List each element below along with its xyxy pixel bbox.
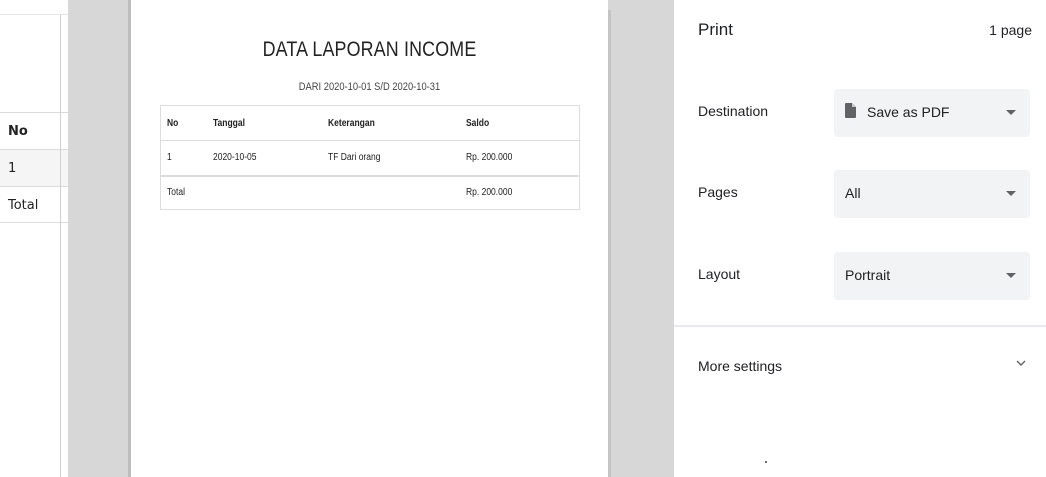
- background-page-edge: [60, 15, 68, 477]
- preview-sheet: DATA LAPORAN INCOME DARI 2020-10-01 S/D …: [131, 0, 608, 477]
- destination-row: Destination Save as PDF: [674, 89, 1046, 137]
- layout-value: Portrait: [845, 267, 891, 283]
- preview-shadow: [608, 10, 611, 477]
- layout-row: Layout Portrait: [674, 252, 1046, 300]
- divider: [0, 14, 68, 15]
- chevron-down-icon: [1016, 360, 1026, 366]
- column-header-saldo: Saldo: [459, 105, 580, 141]
- cell-tanggal: 2020-10-05: [206, 140, 322, 176]
- destination-select[interactable]: Save as PDF: [834, 89, 1030, 137]
- layout-label: Layout: [698, 266, 741, 282]
- print-settings-panel: Print 1 page Destination Save as PDF Pag…: [674, 0, 1046, 477]
- file-icon: [845, 103, 856, 118]
- destination-label: Destination: [698, 103, 769, 119]
- pages-select[interactable]: All: [834, 170, 1030, 218]
- panel-title: Print: [698, 20, 733, 39]
- report-table: No Tanggal Keterangan Saldo 1 2020-10-05…: [160, 105, 580, 210]
- table-header-row: No Tanggal Keterangan Saldo: [160, 105, 580, 141]
- total-label: Total: [160, 174, 460, 210]
- column-header-keterangan: Keterangan: [321, 105, 460, 141]
- cell-saldo: Rp. 200.000: [459, 140, 580, 176]
- table-row: 1 2020-10-05 TF Dari orang Rp. 200.000: [160, 140, 580, 176]
- page-count: 1 page: [989, 22, 1032, 38]
- background-table: No 1 Total: [0, 112, 68, 223]
- pages-value: All: [845, 185, 861, 201]
- report-title: DATA LAPORAN INCOME: [262, 38, 477, 61]
- report-subtitle: DARI 2020-10-01 S/D 2020-10-31: [298, 81, 441, 93]
- table-row: 1: [0, 149, 68, 186]
- dropdown-arrow-icon: [1006, 110, 1016, 115]
- more-settings-toggle[interactable]: More settings: [674, 344, 1046, 384]
- dropdown-arrow-icon: [1006, 191, 1016, 196]
- table-total-row: Total Rp. 200.000: [160, 174, 580, 210]
- table-header-no: No: [0, 112, 68, 149]
- table-row: Total: [0, 186, 68, 223]
- layout-select[interactable]: Portrait: [834, 252, 1030, 300]
- cell-keterangan: TF Dari orang: [321, 140, 460, 176]
- pages-label: Pages: [698, 184, 738, 200]
- dropdown-arrow-icon: [1006, 273, 1016, 278]
- divider: [674, 325, 1046, 327]
- column-header-no: No: [160, 105, 207, 141]
- column-header-tanggal: Tanggal: [206, 105, 322, 141]
- cell-no: 1: [160, 140, 207, 176]
- total-saldo: Rp. 200.000: [459, 174, 580, 210]
- background-page: No 1 Total: [0, 0, 68, 477]
- pages-row: Pages All: [674, 170, 1046, 218]
- loading-dot: [765, 461, 767, 463]
- destination-value: Save as PDF: [867, 104, 950, 120]
- more-settings-label: More settings: [698, 358, 783, 374]
